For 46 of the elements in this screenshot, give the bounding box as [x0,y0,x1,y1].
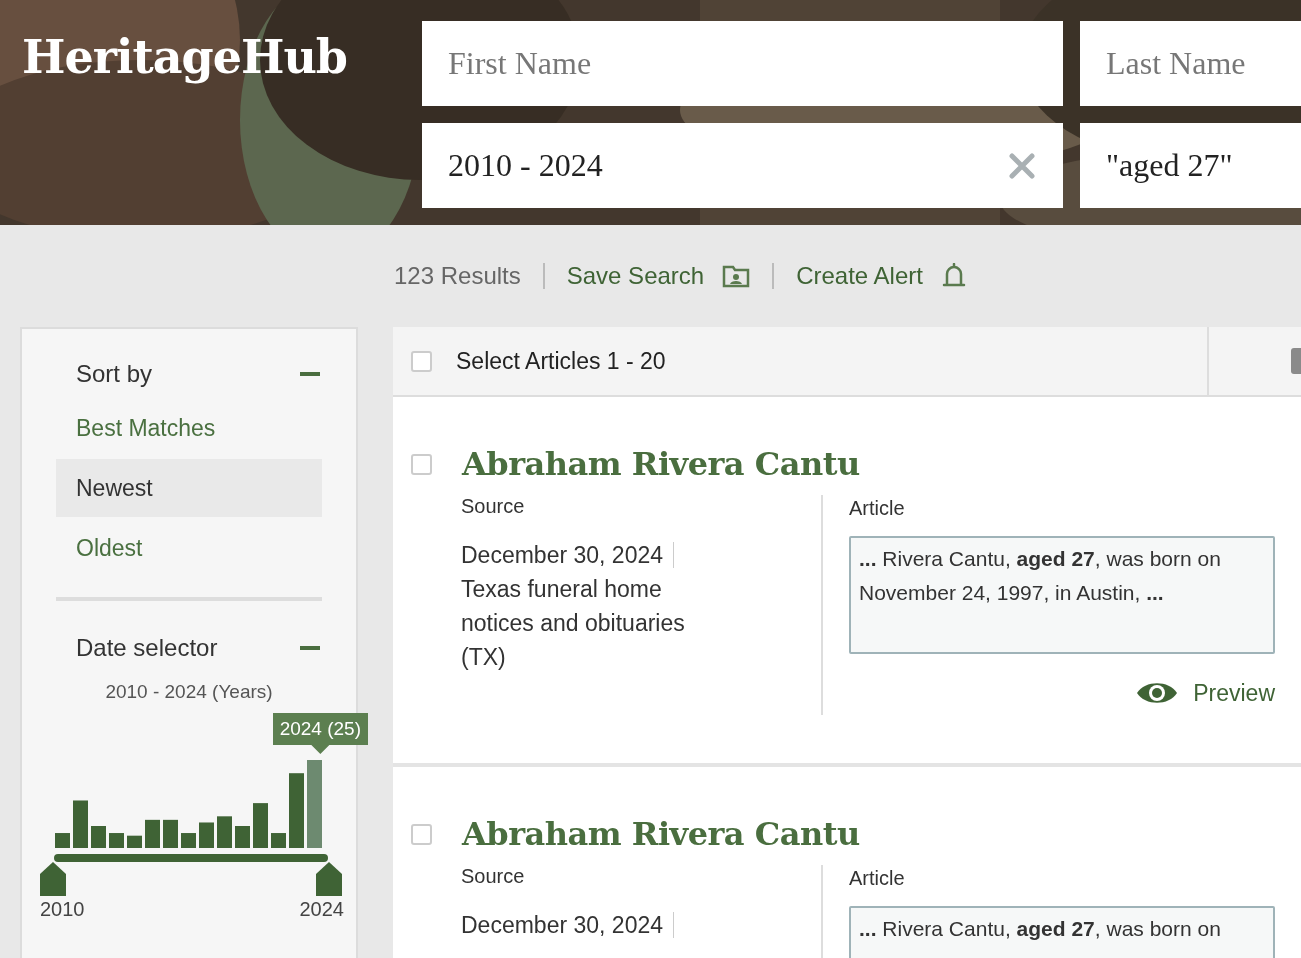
histogram-bar[interactable] [73,800,88,848]
sort-option[interactable]: Newest [56,459,322,517]
article-snippet: ... Rivera Cantu, aged 27, was born on November 24, 1997, in Austin, ... [849,536,1275,654]
article-label: Article [849,867,906,890]
toolbar-link[interactable]: Create Alert [796,262,967,290]
range-start-label: 2010 [40,898,85,921]
histogram-bar[interactable] [217,816,232,848]
select-articles-label: Select Articles 1 - 20 [456,347,666,375]
slider-handle[interactable] [40,862,66,896]
section-title: Sort by [76,360,153,388]
histogram-bar[interactable] [145,819,160,848]
year-tooltip: 2024 (25) [272,713,368,754]
search-field[interactable]: Last Name [1080,21,1301,106]
checkbox[interactable] [411,823,432,845]
result-title[interactable]: Abraham Rivera Cantu [462,445,860,483]
clear-icon[interactable] [1009,153,1035,179]
source-date: December 30, 2024 [461,911,663,940]
sort-option[interactable]: Best Matches [56,399,322,457]
section-title: Date selector [76,634,218,662]
article-snippet: ... Rivera Cantu, aged 27, was born on [849,906,1275,958]
histogram-bar[interactable] [163,819,178,848]
histogram-bar[interactable] [199,822,214,848]
source-label: Source [461,495,526,518]
result-title[interactable]: Abraham Rivera Cantu [462,815,860,853]
source-label: Source [461,865,526,888]
histogram-bar[interactable] [127,835,142,848]
toolbar-link[interactable]: Save Search [566,262,751,290]
search-field[interactable]: "aged 27" [1080,123,1301,208]
bell-icon [940,263,967,289]
source-date: December 30, 2024 [461,541,663,570]
article-label: Article [849,497,906,520]
preview-link[interactable]: Preview [1135,678,1275,708]
results-count: 123 Results [394,262,521,290]
search-field[interactable]: First Name [422,21,1063,106]
date-range-label: 2010 - 2024 (Years) [104,681,274,703]
sort-option[interactable]: Oldest [56,519,322,577]
checkbox[interactable] [411,453,432,475]
logo[interactable]: HeritageHub [0,0,422,208]
search-field[interactable]: 2010 - 2024 [422,123,1063,208]
folder-icon [722,264,751,288]
collapse-icon[interactable] [300,372,320,376]
collapse-icon[interactable] [300,646,320,650]
slider-handle[interactable] [316,862,342,896]
checkbox[interactable] [411,350,432,372]
range-end-label: 2024 [299,898,344,921]
publication-name: Texas funeral home notices and obituaries (TX) [461,575,686,672]
